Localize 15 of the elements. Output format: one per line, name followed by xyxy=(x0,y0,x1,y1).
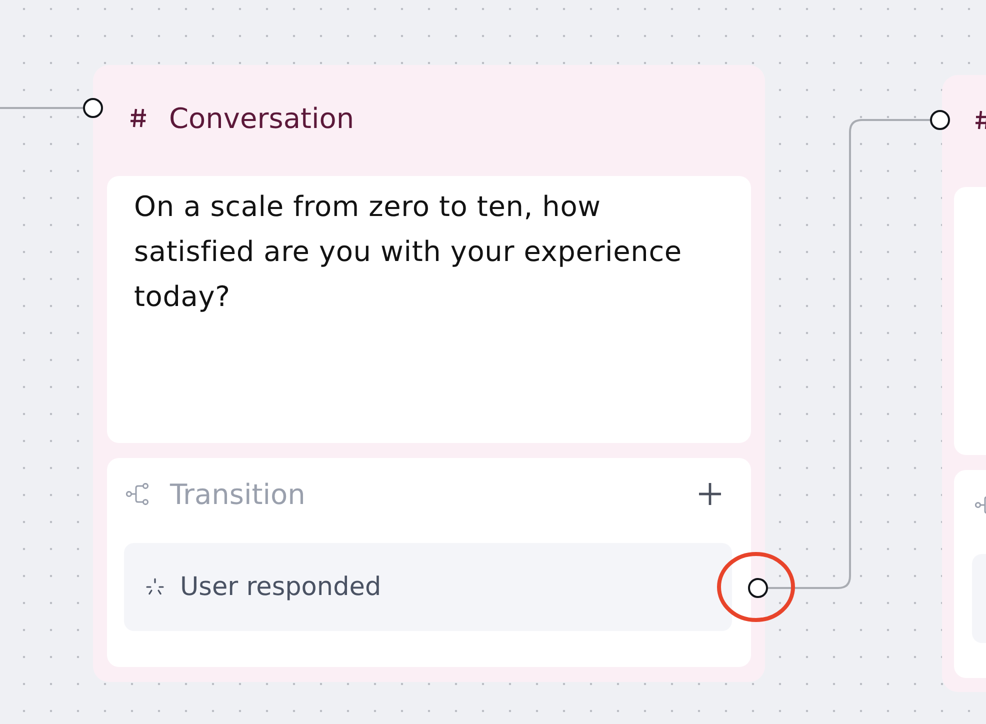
prompt-field[interactable]: On a scale from zero to ten, how satisfied are you with your experience today? xyxy=(107,176,751,443)
section-title: Transition xyxy=(170,478,306,510)
node-card[interactable]: Conversation On a scale from zero to ten, how satisfied are you with your experience today? Transition User responded xyxy=(93,65,765,682)
hash-icon xyxy=(130,108,147,128)
loader-icon xyxy=(146,578,164,596)
connection-handle[interactable] xyxy=(930,110,950,130)
node-card[interactable] xyxy=(942,75,986,692)
plus-icon xyxy=(698,482,722,506)
node-title: Conversation xyxy=(169,102,354,134)
branch-icon xyxy=(975,494,986,516)
branch-icon xyxy=(126,483,150,505)
hash-icon xyxy=(975,110,986,130)
connection-handle[interactable] xyxy=(83,98,103,118)
transition-item[interactable]: User responded xyxy=(124,543,732,631)
add-button[interactable] xyxy=(698,482,722,506)
